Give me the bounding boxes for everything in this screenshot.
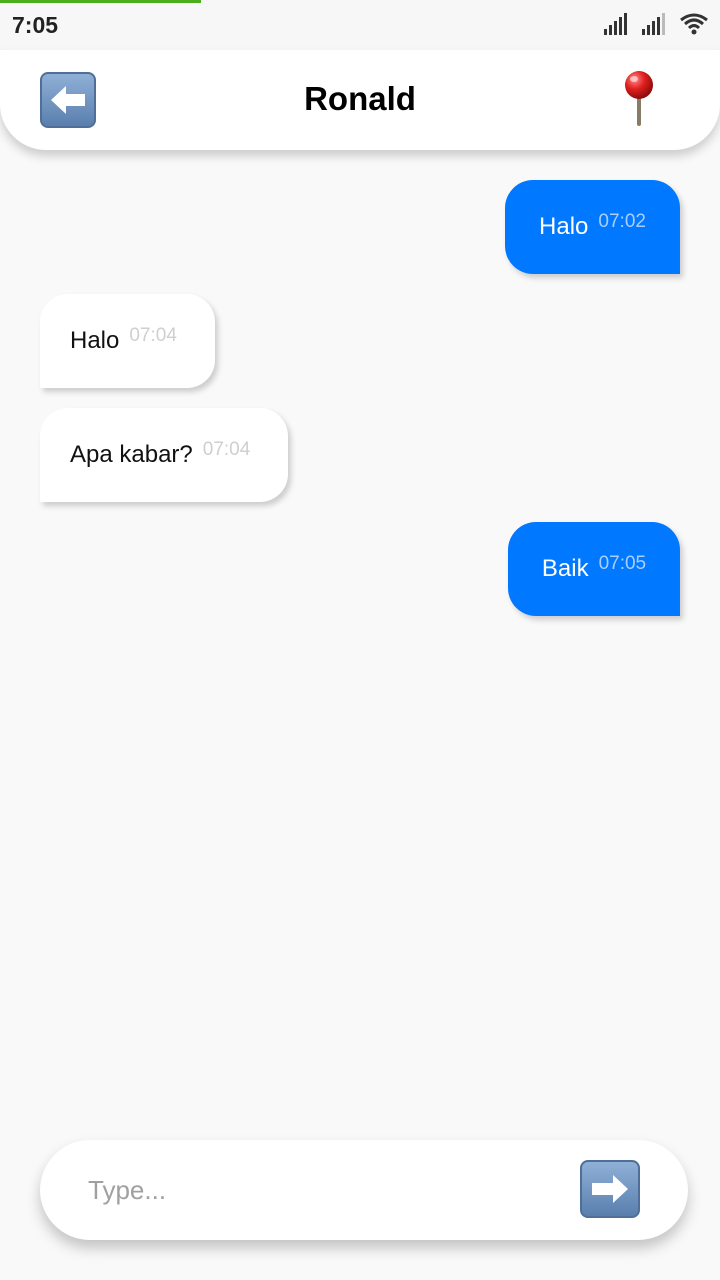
message-bubble-outgoing[interactable]: Baik 07:05 <box>508 522 680 616</box>
location-pin-icon <box>625 71 653 126</box>
status-icons <box>604 13 708 35</box>
message-time: 07:02 <box>598 211 646 232</box>
signal-icon <box>642 13 665 35</box>
location-button[interactable] <box>618 70 660 128</box>
message-text: Apa kabar? <box>70 441 193 468</box>
status-bar: 7:05 <box>0 0 720 50</box>
chat-screen: 7:05 Ronald Halo 07:02 Halo 07:04 Apa ka… <box>0 0 720 1280</box>
send-arrow-icon <box>592 1175 628 1203</box>
wifi-icon <box>680 13 708 35</box>
message-text: Baik <box>541 555 589 582</box>
signal-icon <box>604 13 627 35</box>
message-time: 07:05 <box>598 553 647 574</box>
message-text: Halo <box>539 213 589 240</box>
message-bubble-outgoing[interactable]: Halo 07:02 <box>505 180 680 274</box>
status-time: 7:05 <box>12 12 59 38</box>
loading-progress-line <box>0 0 201 3</box>
message-time: 07:04 <box>129 325 177 346</box>
message-text: Halo <box>70 327 120 354</box>
message-input[interactable] <box>88 1168 558 1212</box>
send-button[interactable] <box>580 1160 640 1218</box>
chat-header: Ronald <box>0 50 720 150</box>
message-composer <box>40 1140 688 1240</box>
message-time: 07:04 <box>202 439 251 460</box>
message-bubble-incoming[interactable]: Halo 07:04 <box>40 294 215 388</box>
contact-name: Ronald <box>304 80 416 117</box>
message-bubble-incoming[interactable]: Apa kabar? 07:04 <box>40 408 288 502</box>
